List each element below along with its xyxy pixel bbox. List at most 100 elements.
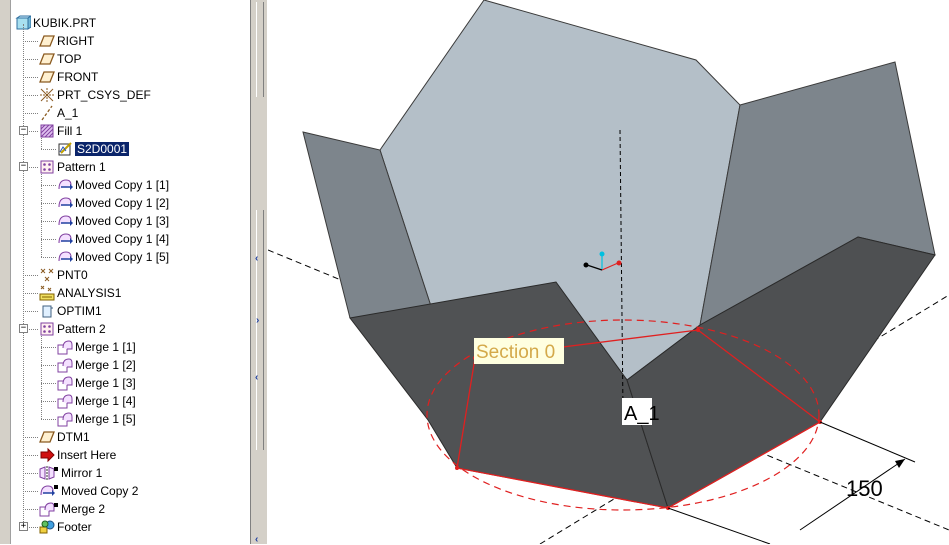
moved-copy-icon [57, 195, 73, 211]
merge-icon [57, 357, 73, 373]
dimension-value[interactable]: 150 [846, 476, 883, 501]
tree-item[interactable]: RIGHT [11, 32, 250, 50]
graphics-viewport[interactable]: Section 0 A_1 150 [268, 0, 949, 544]
tree-item[interactable]: Moved Copy 1 [5] [11, 248, 250, 266]
tree-item-label: Merge 1 [3] [75, 376, 136, 390]
collapse-toggle-icon[interactable]: − [19, 162, 28, 171]
collapse-arrow-icon[interactable]: ‹ [255, 534, 258, 545]
merge-icon [57, 393, 73, 409]
moved-copy-icon [57, 249, 73, 265]
tree-item[interactable]: S2D0001 [11, 140, 250, 158]
tree-item-label: Merge 1 [5] [75, 412, 136, 426]
datum-plane-icon [39, 69, 55, 85]
tree-item-label: Moved Copy 2 [61, 484, 139, 498]
expand-arrow-icon[interactable]: › [256, 315, 259, 326]
tree-item-label: FRONT [57, 70, 99, 84]
tree-item[interactable]: − Pattern 2 [11, 320, 250, 338]
tree-item[interactable]: + Footer [11, 518, 250, 536]
tree-item-label: A_1 [57, 106, 79, 120]
tree-item[interactable]: Merge 1 [1] [11, 338, 250, 356]
csys-icon [39, 87, 55, 103]
tree-item[interactable]: A_1 [11, 104, 250, 122]
panel-splitter[interactable]: ‹ › ‹ ‹ [250, 0, 268, 545]
collapse-arrow-icon[interactable]: ‹ [255, 372, 258, 383]
csys-z-marker [599, 251, 605, 257]
datum-plane-icon [39, 33, 55, 49]
tree-item-label: Merge 1 [2] [75, 358, 136, 372]
tree-item-label: Moved Copy 1 [2] [75, 196, 170, 210]
moved-copy-icon [57, 231, 73, 247]
tree-item-label: Moved Copy 1 [5] [75, 250, 170, 264]
tree-item-label: RIGHT [57, 34, 95, 48]
tree-item-label: OPTIM1 [57, 304, 102, 318]
footer-icon [39, 519, 55, 535]
tree-item-label: Fill 1 [57, 124, 83, 138]
tree-root-label: KUBIK.PRT [33, 16, 97, 30]
tree-item-label: Pattern 2 [57, 322, 106, 336]
fill-icon [39, 123, 55, 139]
tree-item[interactable]: Merge 1 [3] [11, 374, 250, 392]
tree-item[interactable]: Merge 1 [5] [11, 410, 250, 428]
moved-copy-icon [57, 177, 73, 193]
insert-here-icon [39, 447, 55, 463]
tree-item[interactable]: PNT0 [11, 266, 250, 284]
collapse-arrow-icon[interactable]: ‹ [255, 253, 258, 264]
dimension-extension-line [819, 421, 916, 463]
tree-item-label: Moved Copy 1 [4] [75, 232, 170, 246]
tree-item[interactable]: Merge 1 [2] [11, 356, 250, 374]
tree-item-label: PRT_CSYS_DEF [57, 88, 151, 102]
datum-plane-icon [39, 51, 55, 67]
expand-toggle-icon[interactable]: + [19, 522, 28, 531]
tree-item[interactable]: Mirror 1 [11, 464, 250, 482]
mirror-icon [39, 465, 55, 481]
tree-item-label: Pattern 1 [57, 160, 106, 174]
suppressed-marker-icon [54, 503, 58, 507]
model-view-svg[interactable]: Section 0 A_1 150 [268, 0, 949, 544]
merge-icon [57, 375, 73, 391]
tree-item[interactable]: PRT_CSYS_DEF [11, 86, 250, 104]
pattern-icon [39, 159, 55, 175]
csys-x-marker [583, 262, 589, 268]
tree-item-label: Merge 1 [1] [75, 340, 136, 354]
model-tree-panel: KUBIK.PRT RIGHT TOP FRONT PRT_CSYS_DEF A_1 − Fi… [0, 0, 250, 544]
tree-item[interactable]: Moved Copy 1 [2] [11, 194, 250, 212]
tree-item[interactable]: Moved Copy 2 [11, 482, 250, 500]
tree-item-label: S2D0001 [73, 141, 131, 157]
tree-item[interactable]: Merge 2 [11, 500, 250, 518]
tree-item-label: Merge 1 [4] [75, 394, 136, 408]
tree-item-label: PNT0 [57, 268, 88, 282]
collapse-toggle-icon[interactable]: − [19, 324, 28, 333]
tree-item[interactable]: DTM1 [11, 428, 250, 446]
tree-item[interactable]: Merge 1 [4] [11, 392, 250, 410]
tree-item[interactable]: FRONT [11, 68, 250, 86]
tree-item-label: Insert Here [57, 448, 117, 462]
tree-item[interactable]: Moved Copy 1 [1] [11, 176, 250, 194]
tree-item[interactable]: − Fill 1 [11, 122, 250, 140]
tree-item[interactable]: OPTIM1 [11, 302, 250, 320]
pattern-icon [39, 321, 55, 337]
dimension-arrowhead [895, 459, 905, 468]
dimension-extension-line [667, 507, 771, 544]
tree-item-label: DTM1 [57, 430, 90, 444]
model-tree[interactable]: KUBIK.PRT RIGHT TOP FRONT PRT_CSYS_DEF A_1 − Fi… [10, 0, 250, 544]
sketch-vertex [696, 328, 700, 332]
suppressed-marker-icon [54, 467, 58, 471]
tree-item-label: Moved Copy 1 [1] [75, 178, 170, 192]
tree-item-label: Merge 2 [61, 502, 106, 516]
tree-item[interactable]: ANALYSIS1 [11, 284, 250, 302]
merge-icon [39, 501, 55, 517]
tree-item[interactable]: Insert Here [11, 446, 250, 464]
tree-item-label: Footer [57, 520, 92, 534]
tree-item-label: Moved Copy 1 [3] [75, 214, 170, 228]
tree-item[interactable]: TOP [11, 50, 250, 68]
tree-item[interactable]: Moved Copy 1 [3] [11, 212, 250, 230]
collapse-toggle-icon[interactable]: − [19, 126, 28, 135]
datum-axis-icon [39, 105, 55, 121]
merge-icon [57, 339, 73, 355]
suppressed-marker-icon [54, 485, 58, 489]
tree-item[interactable]: Moved Copy 1 [4] [11, 230, 250, 248]
analysis-icon [39, 285, 55, 301]
tree-item[interactable]: − Pattern 1 [11, 158, 250, 176]
datum-plane-icon [39, 429, 55, 445]
tree-root-part[interactable]: KUBIK.PRT [11, 14, 250, 32]
